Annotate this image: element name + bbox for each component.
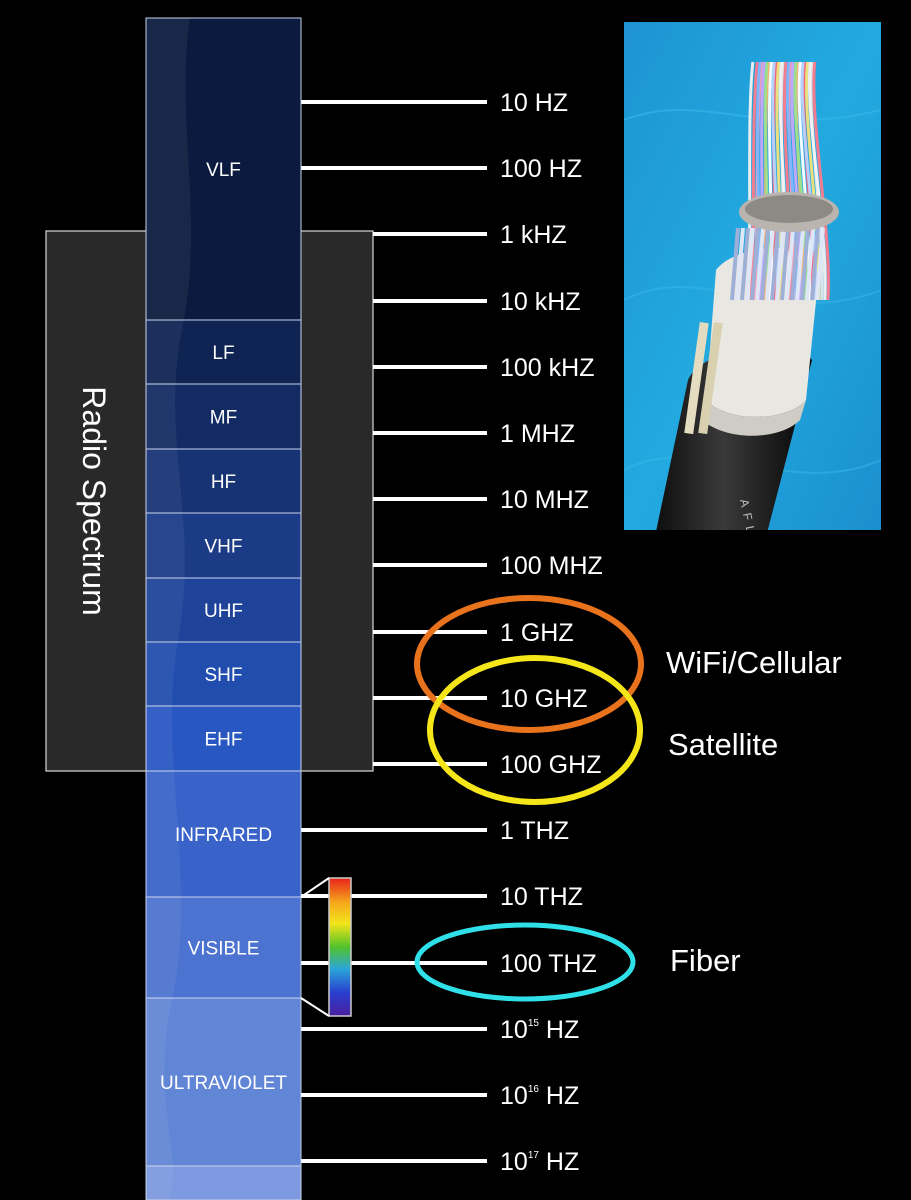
frequency-spectrum-diagram: Radio Spectrum 10 HZ 100 HZ 1 kHZ 10 kHZ 100…	[45, 17, 881, 1200]
frequency-label: 1 MHZ	[500, 420, 575, 448]
frequency-label: 10 HZ	[500, 89, 568, 117]
frequency-label: 1 kHZ	[500, 221, 567, 249]
band-label: VISIBLE	[188, 939, 260, 960]
band-label: LF	[212, 343, 234, 364]
band-label: INFRARED	[175, 825, 272, 846]
frequency-label: 100 kHZ	[500, 354, 594, 382]
frequency-label: 10 MHZ	[500, 486, 589, 514]
frequency-label: 1017 HZ	[500, 1148, 579, 1176]
band-label: EHF	[205, 730, 243, 751]
frequency-label: 10 GHZ	[500, 685, 588, 713]
visible-bracket-bottom	[300, 997, 330, 1017]
frequency-label: 100 THZ	[500, 950, 597, 978]
frequency-label: 10 THZ	[500, 883, 583, 911]
frequency-label: 100 HZ	[500, 155, 582, 183]
band-label: MF	[210, 408, 237, 429]
band-label: UHF	[204, 601, 243, 622]
satellite-label: Satellite	[668, 727, 778, 762]
frequency-label: 100 MHZ	[500, 552, 603, 580]
frequency-label: 1 THZ	[500, 817, 569, 845]
band-label: HF	[211, 472, 236, 493]
frequency-label: 10 kHZ	[500, 288, 581, 316]
band-label: SHF	[205, 665, 243, 686]
wifi-cellular-label: WiFi/Cellular	[666, 645, 842, 680]
frequency-label: 1016 HZ	[500, 1082, 579, 1110]
band-label: VHF	[205, 537, 243, 558]
frequency-label: 1 GHZ	[500, 619, 574, 647]
frequency-label: 100 GHZ	[500, 751, 601, 779]
frequency-label: 1015 HZ	[500, 1016, 579, 1044]
fiber-label: Fiber	[670, 943, 741, 978]
fiber-cable-photo: AFL	[624, 22, 881, 530]
band-label: VLF	[206, 160, 241, 181]
radio-spectrum-label: Radio Spectrum	[76, 386, 112, 615]
band-label: ULTRAVIOLET	[160, 1073, 287, 1094]
visible-spectrum-bar	[328, 877, 352, 1017]
